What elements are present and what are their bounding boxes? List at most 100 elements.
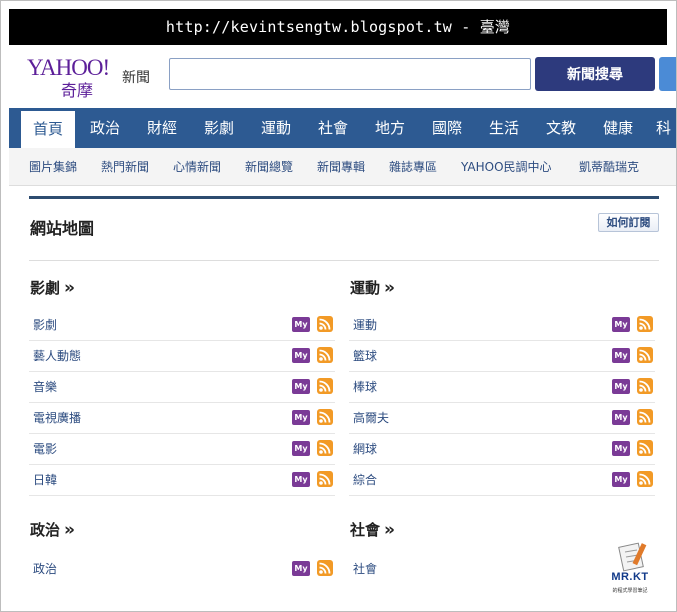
list-item: 日韓 My — [29, 465, 335, 496]
sub-nav: 圖片集錦 熱門新聞 心情新聞 新聞總覽 新聞專輯 雜誌專區 YAHOO民調中心 … — [9, 148, 676, 186]
nav-tab-politics[interactable]: 政治 — [78, 108, 132, 148]
my-yahoo-icon[interactable]: My — [292, 472, 310, 487]
section-title: 運動 — [350, 279, 381, 297]
rss-icon[interactable] — [637, 316, 653, 332]
raquo-icon: » — [64, 278, 75, 298]
nav-tab-international[interactable]: 國際 — [420, 108, 474, 148]
watermark-title: MR.KT — [611, 571, 649, 583]
list-item: 電視廣播 My — [29, 403, 335, 434]
subnav-news-features[interactable]: 新聞專輯 — [317, 148, 365, 186]
rss-icon[interactable] — [317, 409, 333, 425]
raquo-icon: » — [384, 520, 395, 540]
nav-tab-science[interactable]: 科 — [648, 108, 676, 148]
rss-icon[interactable] — [317, 347, 333, 363]
rss-icon[interactable] — [317, 440, 333, 456]
category-link[interactable]: 運動 — [353, 310, 377, 341]
category-link[interactable]: 社會 — [353, 554, 377, 585]
list-item: 籃球 My — [349, 341, 655, 372]
list-item: 高爾夫 My — [349, 403, 655, 434]
section-heading-sports[interactable]: 運動» — [350, 277, 395, 298]
my-yahoo-icon[interactable]: My — [292, 348, 310, 363]
list-item: 藝人動態 My — [29, 341, 335, 372]
section-heading-politics[interactable]: 政治» — [30, 519, 75, 540]
nav-tab-entertainment[interactable]: 影劇 — [192, 108, 246, 148]
screenshot-frame: http://kevintsengtw.blogspot.tw - 臺灣 YAH… — [0, 0, 677, 612]
subnav-hot-news[interactable]: 熱門新聞 — [101, 148, 149, 186]
list-item: 電影 My — [29, 434, 335, 465]
logo-section-label: 新聞 — [122, 70, 150, 86]
page-title: 網站地圖 — [30, 219, 95, 238]
search-input[interactable] — [169, 58, 531, 90]
list-item: 影劇 My — [29, 310, 335, 341]
my-yahoo-icon[interactable]: My — [292, 410, 310, 425]
list-item: 網球 My — [349, 434, 655, 465]
category-link[interactable]: 籃球 — [353, 341, 377, 372]
category-link[interactable]: 電影 — [33, 434, 57, 465]
rss-icon[interactable] — [637, 378, 653, 394]
partially-visible-button[interactable] — [659, 57, 676, 91]
nav-tab-local[interactable]: 地方 — [363, 108, 417, 148]
section-heading-society[interactable]: 社會» — [350, 519, 395, 540]
subnav-news-overview[interactable]: 新聞總覽 — [245, 148, 293, 186]
title-divider — [29, 260, 659, 261]
rss-icon[interactable] — [637, 347, 653, 363]
category-link[interactable]: 日韓 — [33, 465, 57, 496]
subnav-magazine[interactable]: 雜誌專區 — [389, 148, 437, 186]
nav-tab-home[interactable]: 首頁 — [21, 108, 75, 148]
list-item: 運動 My — [349, 310, 655, 341]
section-heading-entertainment[interactable]: 影劇» — [30, 277, 75, 298]
mrkt-watermark: MR.KT 的程式學習筆記 — [601, 541, 659, 601]
category-link[interactable]: 政治 — [33, 554, 57, 585]
rss-icon[interactable] — [637, 471, 653, 487]
watermark-subtitle: 的程式學習筆記 — [612, 588, 648, 594]
news-search-button[interactable]: 新聞搜尋 — [535, 57, 655, 91]
nav-tab-sports[interactable]: 運動 — [249, 108, 303, 148]
list-item: 棒球 My — [349, 372, 655, 403]
section-title: 社會 — [350, 521, 381, 539]
rss-icon[interactable] — [317, 316, 333, 332]
subnav-katie-couric[interactable]: 凱蒂酷瑞克 — [579, 148, 639, 186]
category-link[interactable]: 音樂 — [33, 372, 57, 403]
nav-tab-health[interactable]: 健康 — [591, 108, 645, 148]
category-link[interactable]: 電視廣播 — [33, 403, 81, 434]
nav-tab-finance[interactable]: 財經 — [135, 108, 189, 148]
content-top-divider — [29, 196, 659, 199]
rss-icon[interactable] — [317, 378, 333, 394]
my-yahoo-icon[interactable]: My — [612, 472, 630, 487]
category-link[interactable]: 棒球 — [353, 372, 377, 403]
my-yahoo-icon[interactable]: My — [612, 317, 630, 332]
yahoo-logo[interactable]: YAHOO! 奇摩 新聞 — [27, 55, 157, 101]
my-yahoo-icon[interactable]: My — [612, 410, 630, 425]
category-link[interactable]: 影劇 — [33, 310, 57, 341]
rss-icon[interactable] — [317, 560, 333, 576]
subnav-poll-center[interactable]: YAHOO民調中心 — [461, 148, 552, 186]
category-link[interactable]: 綜合 — [353, 465, 377, 496]
subnav-photo-gallery[interactable]: 圖片集錦 — [29, 148, 77, 186]
my-yahoo-icon[interactable]: My — [292, 379, 310, 394]
rss-icon[interactable] — [317, 471, 333, 487]
my-yahoo-icon[interactable]: My — [292, 317, 310, 332]
my-yahoo-icon[interactable]: My — [292, 441, 310, 456]
nav-tab-life[interactable]: 生活 — [477, 108, 531, 148]
raquo-icon: » — [384, 278, 395, 298]
nav-tab-culture[interactable]: 文教 — [534, 108, 588, 148]
url-banner: http://kevintsengtw.blogspot.tw - 臺灣 — [9, 9, 667, 45]
section-title: 影劇 — [30, 279, 61, 297]
my-yahoo-icon[interactable]: My — [292, 561, 310, 576]
nav-tab-society[interactable]: 社會 — [306, 108, 360, 148]
category-link[interactable]: 網球 — [353, 434, 377, 465]
my-yahoo-icon[interactable]: My — [612, 348, 630, 363]
section-title: 政治 — [30, 521, 61, 539]
subnav-mood-news[interactable]: 心情新聞 — [173, 148, 221, 186]
my-yahoo-icon[interactable]: My — [612, 441, 630, 456]
my-yahoo-icon[interactable]: My — [612, 379, 630, 394]
rss-icon[interactable] — [637, 440, 653, 456]
notepad-pencil-icon — [618, 542, 647, 572]
rss-icon[interactable] — [637, 409, 653, 425]
logo-brand-local: 奇摩 — [61, 81, 94, 100]
category-link[interactable]: 高爾夫 — [353, 403, 389, 434]
list-item: 社會 — [349, 554, 599, 585]
main-nav: 首頁 政治 財經 影劇 運動 社會 地方 國際 生活 文教 健康 科 — [9, 108, 676, 148]
category-link[interactable]: 藝人動態 — [33, 341, 81, 372]
how-to-subscribe-button[interactable]: 如何訂閱 — [598, 213, 659, 232]
